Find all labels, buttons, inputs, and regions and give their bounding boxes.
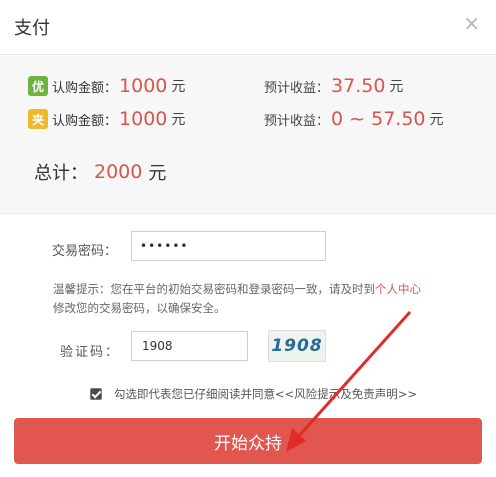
agree-text: 勾选即代表您已仔细阅读并同意 — [114, 387, 275, 401]
tip-text: 温馨提示：您在平台的初始交易密码和登录密码一致，请及时到 — [53, 282, 375, 296]
order-summary: 优 认购金额： 1000 元 预计收益： 37.50 元 夹 认购金额： 100… — [0, 56, 496, 214]
dialog-title: 支付 — [14, 18, 50, 39]
subscribe-amount: 1000 — [119, 75, 168, 97]
security-tip: 温馨提示：您在平台的初始交易密码和登录密码一致，请及时到个人中心 修改您的交易密… — [53, 280, 453, 318]
subscribe-amount-label: 认购金额： — [52, 113, 118, 129]
amount-unit: 元 — [171, 79, 186, 95]
coupon-badge: 优 — [28, 76, 48, 96]
verify-code-label: 验证码： — [60, 345, 121, 360]
agreement: 勾选即代表您已仔细阅读并同意 <<风险提示及免责声明>> — [90, 386, 417, 402]
tip-text-2: 修改您的交易密码，以确保安全。 — [53, 301, 226, 315]
password-label: 交易密码： — [52, 244, 118, 259]
amount-unit: 元 — [171, 112, 186, 128]
start-crowdfund-button[interactable]: 开始众持 — [14, 418, 482, 464]
close-icon[interactable]: × — [463, 13, 480, 33]
verify-code-input[interactable]: 1908 — [131, 331, 248, 361]
summary-row: 夹 认购金额： 1000 元 预计收益： 0 ~ 57.50 元 — [28, 108, 444, 130]
expected-profit: 预计收益： 0 ~ 57.50 元 — [264, 108, 444, 130]
coupon-badge: 夹 — [28, 109, 48, 129]
user-center-link[interactable]: 个人中心 — [375, 282, 421, 296]
expected-profit: 预计收益： 37.50 元 — [264, 75, 403, 97]
profit-value: 0 ~ 57.50 — [331, 108, 426, 130]
agree-checkbox[interactable] — [90, 388, 102, 400]
profit-label: 预计收益： — [264, 113, 330, 129]
profit-unit: 元 — [429, 112, 444, 128]
profit-unit: 元 — [389, 79, 404, 95]
summary-row: 优 认购金额： 1000 元 预计收益： 37.50 元 — [28, 75, 403, 97]
dialog-header: 支付 × — [0, 0, 496, 55]
captcha-image[interactable]: 1908 — [268, 330, 326, 362]
total-unit: 元 — [148, 163, 167, 184]
subscribe-amount: 1000 — [119, 108, 168, 130]
total-value: 2000 — [94, 161, 143, 183]
disclaimer-link[interactable]: <<风险提示及免责声明>> — [275, 386, 417, 402]
profit-value: 37.50 — [331, 75, 386, 97]
total-label: 总计： — [34, 163, 88, 184]
profit-label: 预计收益： — [264, 80, 330, 96]
total-amount: 总计： 2000 元 — [34, 159, 166, 185]
subscribe-amount-label: 认购金额： — [52, 80, 118, 96]
trade-password-input[interactable]: •••••• — [131, 231, 326, 261]
